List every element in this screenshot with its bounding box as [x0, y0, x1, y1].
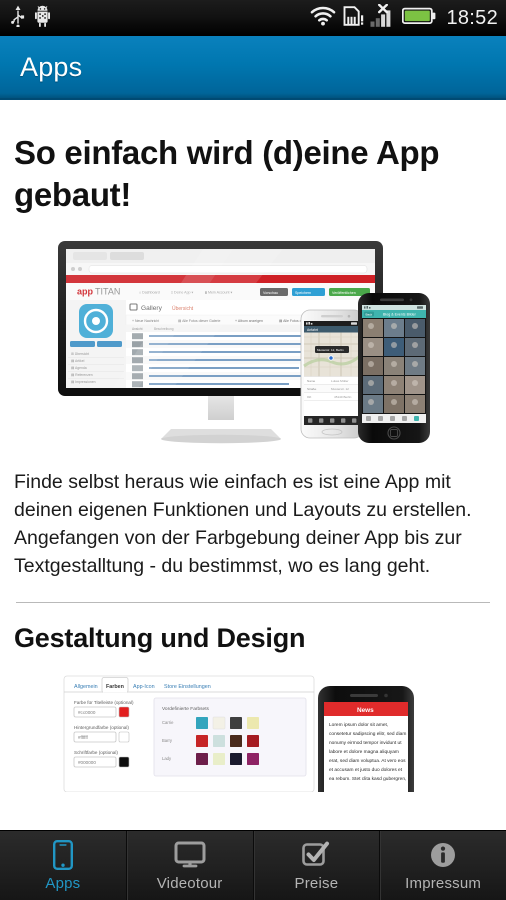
svg-text:Musterstr. 12, Berlin: Musterstr. 12, Berlin [317, 348, 344, 352]
svg-text:App-Icon: App-Icon [133, 684, 155, 690]
svg-text:Ort: Ort [307, 395, 311, 399]
content-heading: So einfach wird (d)eine App gebaut! [14, 134, 440, 214]
svg-text:Allgemein: Allgemein [74, 684, 98, 690]
svg-text:nonumy eirmod tempor invidunt: nonumy eirmod tempor invidunt ut [329, 740, 402, 746]
usb-icon [10, 5, 26, 32]
hero-image-container: app TITAN ⌂ Dashboard ▯ Deine App ▾ ▮ Me… [14, 236, 492, 451]
svg-text:#000000: #000000 [78, 760, 96, 765]
svg-text:Store Einstellungen: Store Einstellungen [164, 684, 211, 690]
status-bar-clock: 18:52 [446, 7, 498, 29]
tab-impressum[interactable]: Impressum [380, 831, 506, 900]
wifi-icon [310, 6, 336, 31]
svg-text:labore et dolore magna aliquya: labore et dolore magna aliquyam [329, 749, 399, 755]
svg-text:erat, sed diam voluptua. At ve: erat, sed diam voluptua. At vero eos [329, 758, 406, 764]
sim-card-alert-icon [342, 5, 364, 32]
svg-text:45140 Berlin: 45140 Berlin [334, 395, 352, 399]
svg-text:#ffffff: #ffffff [78, 735, 89, 740]
svg-text:Veröffentlichen: Veröffentlichen [332, 291, 356, 295]
page-title: Apps [20, 51, 83, 82]
checkbox-check-icon [301, 840, 331, 870]
svg-text:Lady: Lady [162, 756, 172, 761]
section-image-container: Allgemein Farben App-Icon Store Einstell… [14, 672, 492, 793]
tab-label-apps: Apps [45, 874, 81, 892]
design-settings-image: Allgemein Farben App-Icon Store Einstell… [63, 675, 414, 793]
svg-text:et accusam et justo duo dolore: et accusam et justo duo dolores et [329, 767, 403, 773]
svg-text:#cc0000: #cc0000 [78, 710, 96, 715]
status-bar-left-icons [10, 5, 53, 32]
svg-text:News: News [357, 707, 374, 714]
tab-apps[interactable]: Apps [0, 831, 127, 900]
content-paragraph: Finde selbst heraus wie einfach es ist e… [14, 471, 472, 577]
bottom-tab-bar: Apps Videotour Preise Impressum [0, 830, 506, 900]
mobile-phone-icon [52, 839, 73, 870]
svg-text:Schriftfarbe (optional): Schriftfarbe (optional) [74, 750, 118, 755]
svg-text:Farben: Farben [106, 684, 124, 690]
svg-text:Hintergrundfarbe (optional): Hintergrundfarbe (optional) [74, 725, 129, 730]
signal-no-service-icon [370, 3, 396, 33]
svg-text:Vordefinierte Farbsets: Vordefinierte Farbsets [162, 706, 210, 712]
tab-label-videotour: Videotour [156, 874, 223, 892]
section-heading: Gestaltung und Design [14, 623, 306, 654]
svg-text:Carrie: Carrie [162, 720, 174, 725]
svg-text:Speichern: Speichern [295, 291, 311, 295]
status-bar-right-icons: 18:52 [310, 3, 498, 33]
svg-text:Musterstr. 12: Musterstr. 12 [331, 387, 349, 391]
info-circle-icon [429, 840, 457, 870]
svg-text:Straße: Straße [307, 387, 317, 391]
svg-text:Blog & Events Bilder: Blog & Events Bilder [383, 313, 417, 317]
tab-label-preise: Preise [294, 874, 339, 892]
section-divider [16, 602, 490, 604]
action-bar: Apps [0, 36, 506, 100]
svg-text:consetetur sadipscing elitr, s: consetetur sadipscing elitr, sed diam [329, 731, 406, 737]
main-content[interactable]: So einfach wird (d)eine App gebaut! app … [0, 100, 506, 830]
apptitan-devices-hero-image: app TITAN ⌂ Dashboard ▯ Deine App ▾ ▮ Me… [58, 241, 430, 444]
svg-text:+ Album anzeigen: + Album anzeigen [235, 319, 263, 323]
svg-text:Farbe für Titelleiste (optiona: Farbe für Titelleiste (optional) [74, 700, 134, 705]
monitor-icon [174, 840, 206, 870]
tab-label-impressum: Impressum [405, 874, 482, 892]
svg-text:Vorschau: Vorschau [263, 291, 278, 295]
svg-text:Lorem ipsum dolor sit amet,: Lorem ipsum dolor sit amet, [329, 722, 388, 728]
svg-text:Anfahrt: Anfahrt [307, 328, 318, 332]
svg-text:Lukas Müller: Lukas Müller [331, 379, 349, 383]
svg-text:Name: Name [307, 379, 316, 383]
tab-preise[interactable]: Preise [253, 831, 381, 900]
tab-videotour[interactable]: Videotour [126, 831, 254, 900]
android-debug-icon [35, 5, 53, 32]
battery-icon [402, 7, 436, 30]
status-bar: 18:52 [0, 0, 506, 36]
svg-text:Back: Back [366, 313, 373, 317]
svg-text:Barry: Barry [162, 738, 173, 743]
svg-text:ea rebum. Stet clita kasd gube: ea rebum. Stet clita kasd gubergren, [329, 776, 406, 782]
app-screen: 18:52 Apps So einfach wird (d)eine App g… [0, 0, 506, 900]
